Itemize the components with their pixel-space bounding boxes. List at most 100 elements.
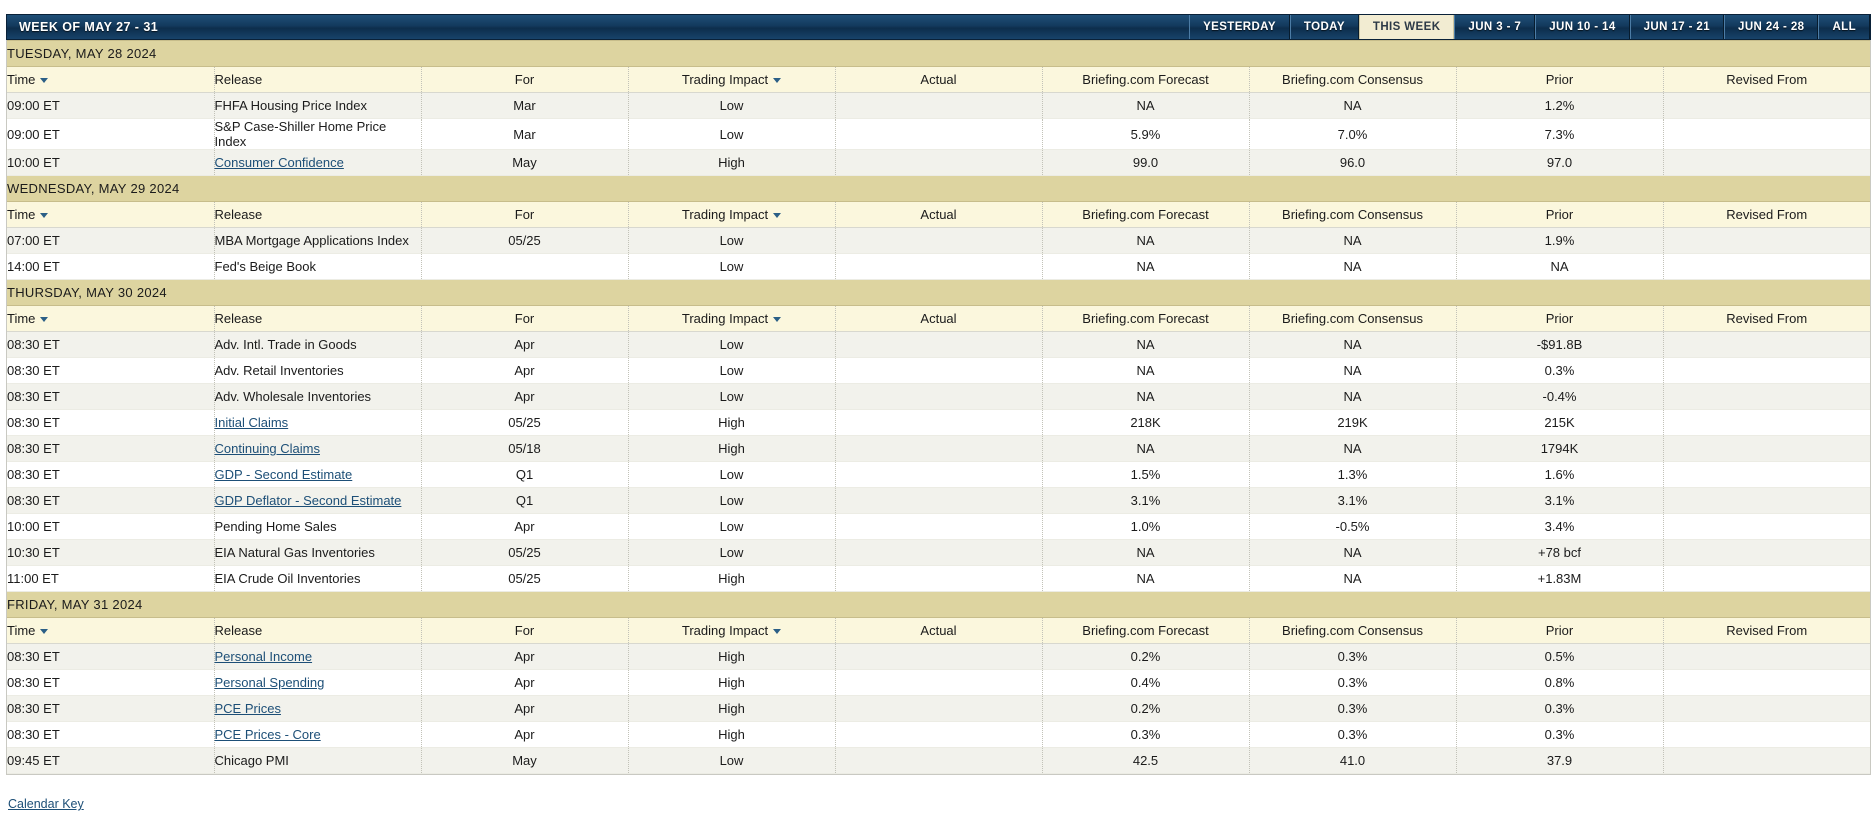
cell-prior: 7.3% (1455, 118, 1663, 150)
column-header-release[interactable]: Release (213, 201, 421, 228)
calendar-table-container: TUESDAY, MAY 28 2024 Time Release For Tradin… (6, 40, 1871, 775)
column-header-time[interactable]: Time (7, 617, 214, 644)
column-header-label: Briefing.com Consensus (1282, 207, 1423, 222)
cell-for: 05/25 (420, 539, 628, 566)
column-header-for[interactable]: For (420, 201, 628, 228)
cell-impact: Low (627, 487, 835, 514)
column-header-revised[interactable]: Revised From (1662, 617, 1870, 644)
column-header-consensus[interactable]: Briefing.com Consensus (1248, 305, 1456, 332)
nav-button-this-week[interactable]: THIS WEEK (1358, 15, 1455, 39)
cell-consensus: NA (1248, 357, 1456, 384)
caret-down-icon[interactable] (773, 629, 782, 634)
nav-button-jun-17-21[interactable]: JUN 17 - 21 (1629, 15, 1725, 39)
column-header-actual[interactable]: Actual (834, 617, 1042, 644)
cell-revised (1662, 253, 1870, 280)
nav-button-jun-3-7[interactable]: JUN 3 - 7 (1454, 15, 1536, 39)
column-header-label: Briefing.com Forecast (1082, 207, 1209, 222)
cell-prior: 1.2% (1455, 92, 1663, 119)
column-header-consensus[interactable]: Briefing.com Consensus (1248, 617, 1456, 644)
caret-down-icon[interactable] (773, 213, 782, 218)
column-header-prior[interactable]: Prior (1455, 617, 1663, 644)
cell-actual (834, 695, 1042, 722)
nav-button-jun-24-28[interactable]: JUN 24 - 28 (1724, 15, 1819, 39)
release-link[interactable]: PCE Prices (215, 701, 281, 716)
cell-consensus: NA (1248, 331, 1456, 358)
cell-impact: Low (627, 92, 835, 119)
cell-forecast: 1.0% (1041, 513, 1249, 540)
column-header-label: Trading Impact (681, 623, 769, 638)
cell-revised (1662, 721, 1870, 748)
column-header-revised[interactable]: Revised From (1662, 201, 1870, 228)
caret-down-icon[interactable] (40, 213, 49, 218)
cell-prior: 1.9% (1455, 227, 1663, 254)
column-header-forecast[interactable]: Briefing.com Forecast (1041, 66, 1249, 93)
column-header-actual[interactable]: Actual (834, 305, 1042, 332)
column-header-prior[interactable]: Prior (1455, 66, 1663, 93)
nav-button-today[interactable]: TODAY (1289, 15, 1359, 39)
release-link[interactable]: PCE Prices - Core (215, 727, 321, 742)
column-header-consensus[interactable]: Briefing.com Consensus (1248, 201, 1456, 228)
cell-prior: -$91.8B (1455, 331, 1663, 358)
cell-release: PCE Prices - Core (213, 721, 421, 748)
column-header-prior[interactable]: Prior (1455, 201, 1663, 228)
table-row: 08:30 ET Adv. Retail Inventories Apr Low NA N… (7, 357, 1870, 384)
nav-button-yesterday[interactable]: YESTERDAY (1189, 15, 1290, 39)
cell-actual (834, 747, 1042, 774)
release-link[interactable]: GDP Deflator - Second Estimate (215, 493, 402, 508)
column-header-time[interactable]: Time (7, 66, 214, 93)
table-row: 08:30 ET Continuing Claims 05/18 High NA NA 17… (7, 435, 1870, 462)
nav-button-jun-10-14[interactable]: JUN 10 - 14 (1535, 15, 1630, 39)
cell-for: 05/18 (420, 435, 628, 462)
column-header-for[interactable]: For (420, 617, 628, 644)
column-header-forecast[interactable]: Briefing.com Forecast (1041, 617, 1249, 644)
cell-impact: Low (627, 227, 835, 254)
cell-for: Apr (420, 383, 628, 410)
cell-for: Q1 (420, 487, 628, 514)
column-header-release[interactable]: Release (213, 617, 421, 644)
release-link[interactable]: GDP - Second Estimate (215, 467, 353, 482)
nav-button-all[interactable]: ALL (1818, 15, 1870, 39)
column-header-for[interactable]: For (420, 305, 628, 332)
cell-for: Mar (420, 118, 628, 150)
column-header-release[interactable]: Release (213, 305, 421, 332)
caret-down-icon[interactable] (773, 78, 782, 83)
cell-revised (1662, 227, 1870, 254)
caret-down-icon[interactable] (40, 629, 49, 634)
column-header-forecast[interactable]: Briefing.com Forecast (1041, 305, 1249, 332)
column-header-time[interactable]: Time (7, 201, 214, 228)
cell-consensus: 0.3% (1248, 669, 1456, 696)
column-header-actual[interactable]: Actual (834, 201, 1042, 228)
column-header-time[interactable]: Time (7, 305, 214, 332)
column-header-prior[interactable]: Prior (1455, 305, 1663, 332)
release-link[interactable]: Personal Spending (215, 675, 325, 690)
calendar-key-link[interactable]: Calendar Key (8, 797, 84, 811)
column-header-consensus[interactable]: Briefing.com Consensus (1248, 66, 1456, 93)
column-header-impact[interactable]: Trading Impact (627, 66, 835, 93)
cell-consensus: NA (1248, 435, 1456, 462)
table-row: 08:30 ET Adv. Wholesale Inventories Apr Low… (7, 383, 1870, 410)
cell-forecast: 42.5 (1041, 747, 1249, 774)
cell-actual (834, 118, 1042, 150)
cell-for: Apr (420, 331, 628, 358)
release-link[interactable]: Personal Income (215, 649, 313, 664)
day-header-label: THURSDAY, MAY 30 2024 (7, 279, 1870, 306)
column-header-impact[interactable]: Trading Impact (627, 201, 835, 228)
column-header-revised[interactable]: Revised From (1662, 66, 1870, 93)
column-header-impact[interactable]: Trading Impact (627, 305, 835, 332)
release-link[interactable]: Initial Claims (215, 415, 289, 430)
caret-down-icon[interactable] (773, 317, 782, 322)
column-header-row: Time Release For Trading Impact Actual Briefi… (7, 305, 1870, 332)
column-header-actual[interactable]: Actual (834, 66, 1042, 93)
column-header-impact[interactable]: Trading Impact (627, 617, 835, 644)
caret-down-icon[interactable] (40, 78, 49, 83)
column-header-for[interactable]: For (420, 66, 628, 93)
table-row: 08:30 ET PCE Prices Apr High 0.2% 0.3% 0.3% (7, 695, 1870, 722)
cell-time: 08:30 ET (7, 409, 214, 436)
column-header-release[interactable]: Release (213, 66, 421, 93)
release-link[interactable]: Consumer Confidence (215, 155, 344, 170)
column-header-forecast[interactable]: Briefing.com Forecast (1041, 201, 1249, 228)
cell-forecast: 99.0 (1041, 149, 1249, 176)
caret-down-icon[interactable] (40, 317, 49, 322)
column-header-revised[interactable]: Revised From (1662, 305, 1870, 332)
release-link[interactable]: Continuing Claims (215, 441, 321, 456)
